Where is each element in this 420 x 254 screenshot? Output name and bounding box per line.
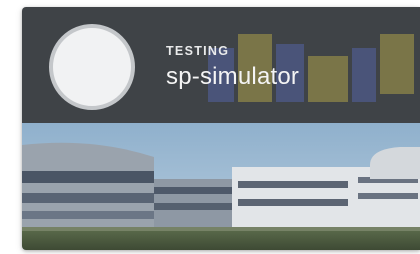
project-card[interactable]: TESTING sp-simulator [22,7,420,250]
card-header: TESTING sp-simulator [22,7,420,123]
project-category-label: TESTING [166,44,230,58]
project-title[interactable]: sp-simulator [166,63,299,91]
avatar [49,24,135,110]
card-photo [22,123,420,250]
